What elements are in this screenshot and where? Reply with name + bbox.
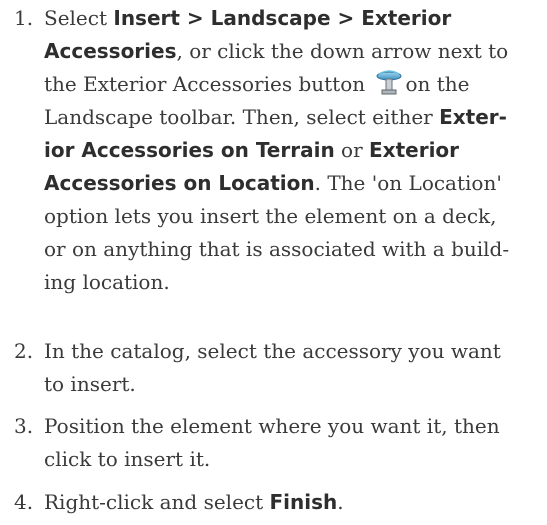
text-run: on the [405,72,470,96]
text-run: Landscape toolbar. Then, select either [44,105,440,129]
step-text: Select Insert > Landscape > Exterior Acce… [44,2,539,299]
bold-text: ior Accessories on Terrain [44,138,335,162]
bold-text: Insert > Landscape > Exterior [113,6,452,30]
text-line: click to insert it. [44,443,539,476]
text-run: . [337,490,344,514]
text-run: option lets you insert the element on a … [44,204,497,228]
text-run: click to insert it. [44,447,211,471]
text-line: In the catalog, select the accessory you… [44,335,539,368]
step-text: In the catalog, select the accessory you… [44,335,539,401]
text-line: Position the element where you want it, … [44,410,539,443]
text-run: the Exterior Accessories button [44,72,372,96]
text-line: Select Insert > Landscape > Exterior [44,2,539,35]
text-run: . The 'on Location' [314,171,502,195]
exterior-accessories-icon [375,70,403,96]
text-line: Landscape toolbar. Then, select either E… [44,101,539,134]
text-run: or on anything that is associated with a… [44,237,510,261]
bold-text: Exter- [439,105,507,129]
bold-text: Accessories on Location [44,171,315,195]
text-line: option lets you insert the element on a … [44,200,539,233]
text-line: Right-click and select Finish. [44,486,539,519]
bold-text: Exterior [369,138,460,162]
text-line: or on anything that is associated with a… [44,233,539,266]
step-number: 3. [14,414,34,438]
text-line: the Exterior Accessories button on the [44,68,539,101]
text-run: ing location. [44,270,170,294]
bold-text: Accessories [44,39,177,63]
text-line: Accessories, or click the down arrow nex… [44,35,539,68]
text-line: ing location. [44,266,539,299]
text-run: Right-click and select [44,490,270,514]
step-number: 1. [14,6,34,30]
step-number: 4. [14,490,34,514]
text-run: Select [44,6,114,30]
text-run: or [334,138,370,162]
text-line: ior Accessories on Terrain or Exterior [44,134,539,167]
text-run: to insert. [44,372,136,396]
text-line: to insert. [44,368,539,401]
text-run: , or click the down arrow next to [176,39,509,63]
step-text: Position the element where you want it, … [44,410,539,476]
step-text: Right-click and select Finish. [44,486,539,519]
text-run: In the catalog, select the accessory you… [44,339,501,363]
text-run: Position the element where you want it, … [44,414,500,438]
instruction-list: 1. Select Insert > Landscape > Exterior Ac… [0,0,547,525]
text-line: Accessories on Location. The 'on Locatio… [44,167,539,200]
step-number: 2. [14,339,34,363]
bold-text: Finish [269,490,338,514]
